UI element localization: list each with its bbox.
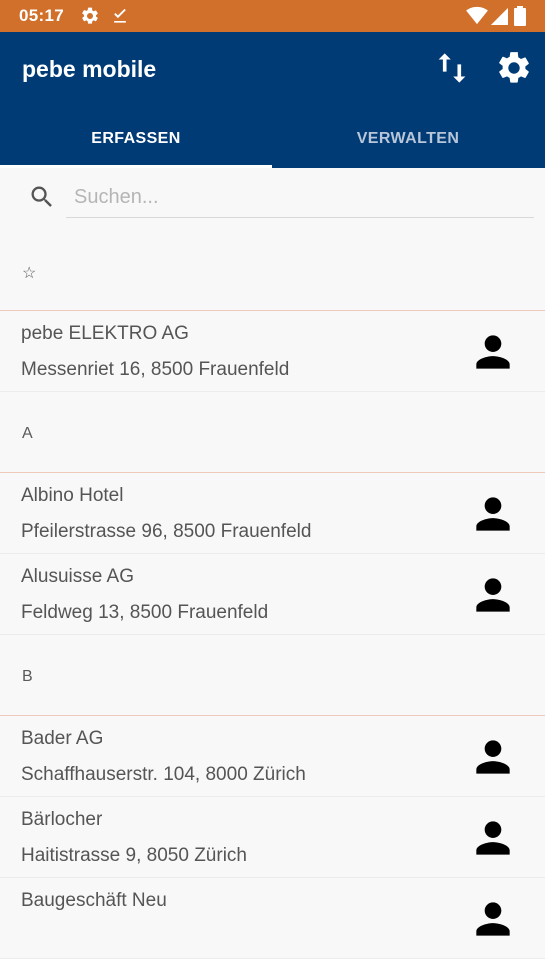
list-item[interactable]: Bader AG Schaffhauserstr. 104, 8000 Züri…: [0, 716, 545, 797]
person-icon: [468, 327, 518, 377]
contact-name: Baugeschäft Neu: [21, 890, 167, 911]
search-icon: [28, 183, 56, 216]
search-input[interactable]: [66, 178, 534, 218]
settings-gear-icon: [495, 49, 533, 92]
list-item[interactable]: Bärlocher Haitistrasse 9, 8050 Zürich: [0, 797, 545, 878]
contact-address: Messenriet 16, 8500 Frauenfeld: [21, 359, 290, 380]
section-header-b: B: [0, 635, 545, 716]
sync-arrows-icon: [437, 51, 467, 90]
person-icon: [468, 570, 518, 620]
app-title: pebe mobile: [22, 56, 157, 82]
status-bar: 05:17: [0, 0, 545, 32]
contact-name: pebe ELEKTRO AG: [21, 323, 189, 344]
contact-name: Bader AG: [21, 728, 104, 749]
contact-address: Pfeilerstrasse 96, 8500 Frauenfeld: [21, 521, 312, 542]
status-time: 05:17: [19, 6, 64, 25]
contact-list: ☆ pebe ELEKTRO AG Messenriet 16, 8500 Fr…: [0, 230, 545, 959]
settings-button[interactable]: [494, 50, 534, 90]
section-label: B: [22, 668, 33, 685]
contact-address: Haitistrasse 9, 8050 Zürich: [21, 845, 247, 866]
wifi-icon: [466, 6, 488, 31]
contact-address: Schaffhauserstr. 104, 8000 Zürich: [21, 764, 306, 785]
sync-button[interactable]: [432, 50, 472, 90]
person-icon: [468, 813, 518, 863]
person-icon: [468, 732, 518, 782]
battery-icon: [514, 6, 526, 31]
list-item[interactable]: Alusuisse AG Feldweg 13, 8500 Frauenfeld: [0, 554, 545, 635]
gear-icon: [80, 6, 100, 31]
tab-erfassen[interactable]: ERFASSEN: [0, 120, 272, 168]
contact-name: Albino Hotel: [21, 485, 124, 506]
search-bar: [0, 168, 545, 230]
section-label: A: [22, 425, 33, 442]
contact-name: Bärlocher: [21, 809, 103, 830]
contact-address: Feldweg 13, 8500 Frauenfeld: [21, 602, 269, 623]
contact-name: Alusuisse AG: [21, 566, 134, 587]
download-done-icon: [110, 6, 130, 31]
list-item[interactable]: Albino Hotel Pfeilerstrasse 96, 8500 Fra…: [0, 473, 545, 554]
section-header-a: A: [0, 392, 545, 473]
person-icon: [468, 489, 518, 539]
section-header-favorites: ☆: [0, 230, 545, 311]
tab-bar: ERFASSEN VERWALTEN: [0, 120, 545, 168]
list-item[interactable]: Baugeschäft Neu: [0, 878, 545, 959]
app-bar: pebe mobile ERFASSEN VERWALTEN: [0, 32, 545, 168]
section-label: ☆: [22, 265, 37, 282]
tab-verwalten[interactable]: VERWALTEN: [272, 120, 544, 168]
person-icon: [468, 894, 518, 944]
signal-icon: [490, 6, 508, 31]
list-item[interactable]: pebe ELEKTRO AG Messenriet 16, 8500 Frau…: [0, 311, 545, 392]
